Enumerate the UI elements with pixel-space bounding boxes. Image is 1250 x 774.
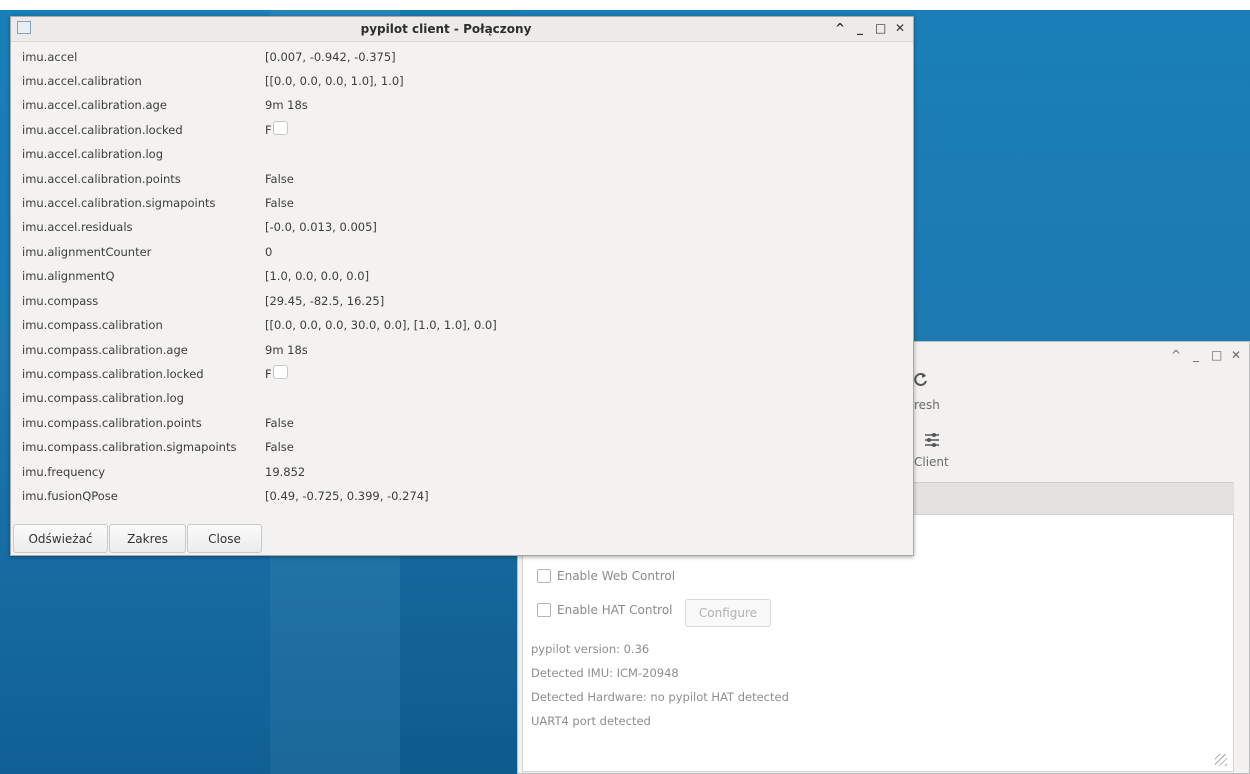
list-item: imu.accel [0.007, -0.942, -0.375] [11,45,913,69]
uart-text: UART4 port detected [531,714,651,728]
row-key: imu.alignmentQ [22,269,115,283]
row-key: imu.accel.calibration.age [22,98,167,112]
pypilot-client-window: pypilot client - Połączony ^ _ □ ✕ imu.a… [10,16,914,556]
locked-checkbox[interactable] [273,365,288,379]
row-key: imu.compass.calibration.age [22,343,188,357]
window-maximize-button[interactable]: □ [875,21,886,35]
row-key: imu.compass.calibration [22,318,163,332]
list-item: imu.frequency 19.852 [11,460,913,484]
locked-checkbox[interactable] [273,121,288,135]
row-key: imu.accel.calibration.locked [22,123,183,137]
refresh-icon [914,372,940,392]
list-item: imu.accel.calibration.locked F se [11,118,913,142]
row-value: [0.007, -0.942, -0.375] [265,50,396,64]
list-item: imu.accel.calibration.log [11,142,913,166]
window-close-button[interactable]: ✕ [1231,348,1241,362]
list-item: imu.compass.calibration.points False [11,411,913,435]
configure-button[interactable]: Configure [685,599,771,627]
row-value: [0.49, -0.725, 0.399, -0.274] [265,489,429,503]
row-key: imu.compass.calibration.points [22,416,202,430]
row-key: imu.accel.residuals [22,220,133,234]
row-value: [-0.0, 0.013, 0.005] [265,220,377,234]
web-control-checkbox[interactable]: Enable Web Control [537,569,675,583]
window-up-button[interactable]: ^ [835,21,845,35]
list-item: imu.accel.calibration.sigmapoints False [11,191,913,215]
refresh-button[interactable]: Odświeżać [13,524,108,553]
row-value: [[0.0, 0.0, 0.0, 30.0, 0.0], [1.0, 1.0],… [265,318,497,332]
hat-control-checkbox[interactable]: Enable HAT Control [537,603,673,617]
row-key: imu.compass.calibration.locked [22,367,204,381]
imu-text: Detected IMU: ICM-20948 [531,666,679,680]
list-item: imu.fusionQPose [0.49, -0.725, 0.399, -0.… [11,484,913,508]
window-close-button[interactable]: ✕ [895,21,905,35]
row-key: imu.compass [22,294,99,308]
row-key: imu.accel.calibration.log [22,147,164,161]
row-key: imu.accel.calibration.sigmapoints [22,196,216,210]
row-value: 9m 18s [265,343,308,357]
row-value: [1.0, 0.0, 0.0, 0.0] [265,269,370,283]
row-key: imu.alignmentCounter [22,245,152,259]
row-key: imu.fusionQPose [22,489,118,503]
version-text: pypilot version: 0.36 [531,642,650,656]
window-controls: ^ _ □ ✕ [835,21,905,35]
window-maximize-button[interactable]: □ [1211,348,1222,362]
list-item: imu.compass.calibration.age 9m 18s [11,338,913,362]
row-value: False [265,440,294,454]
hat-control-checkbox-box[interactable] [537,603,551,617]
button-bar: Odświeżać Zakres Close [11,523,913,555]
row-value: 0 [265,245,273,259]
hardware-text: Detected Hardware: no pypilot HAT detect… [531,690,789,704]
list-item: imu.compass [29.45, -82.5, 16.25] [11,289,913,313]
web-control-label: Enable Web Control [557,569,676,583]
locked-checkbox-field[interactable]: F se [265,121,288,137]
row-value: 19.852 [265,465,306,479]
row-value: [[0.0, 0.0, 0.0, 1.0], 1.0] [265,74,404,88]
web-control-checkbox-box[interactable] [537,569,551,583]
row-value: False [265,416,294,430]
list-item: imu.alignmentQ [1.0, 0.0, 0.0, 0.0] [11,264,913,288]
row-key: imu.compass.calibration.log [22,391,184,405]
list-item: imu.accel.calibration.age 9m 18s [11,93,913,117]
sliders-icon [914,432,949,451]
values-list[interactable]: imu.accel [0.007, -0.942, -0.375] imu.acc… [11,41,913,531]
row-value: False [265,172,294,186]
row-key: imu.accel.calibration [22,74,142,88]
list-item: imu.compass.calibration [[0.0, 0.0, 0.0, … [11,313,913,337]
list-item: imu.alignmentCounter 0 [11,240,913,264]
range-button[interactable]: Zakres [109,524,186,553]
list-item: imu.compass.calibration.sigmapoints False [11,435,913,459]
row-value: [29.45, -82.5, 16.25] [265,294,385,308]
refresh-tool-label: resh [914,398,940,412]
client-tool[interactable]: Client [914,432,949,469]
window-title: pypilot client - Połączony [360,22,532,36]
list-item: imu.compass.calibration.locked F se [11,362,913,386]
list-item: imu.accel.calibration [[0.0, 0.0, 0.0, 1.… [11,69,913,93]
resize-grip[interactable] [1215,754,1227,766]
row-key: imu.accel.calibration.points [22,172,181,186]
close-button[interactable]: Close [187,524,262,553]
list-item: imu.compass.calibration.log [11,386,913,410]
window-controls: ^ _ □ ✕ [1171,348,1241,362]
row-value: 9m 18s [265,98,308,112]
window-up-button[interactable]: ^ [1171,348,1181,362]
list-item: imu.accel.calibration.points False [11,167,913,191]
locked-checkbox-field[interactable]: F se [265,365,288,381]
client-tool-label: Client [914,455,949,469]
refresh-tool[interactable]: resh [914,372,940,412]
hat-control-label: Enable HAT Control [557,603,673,617]
row-key: imu.frequency [22,465,106,479]
row-key: imu.compass.calibration.sigmapoints [22,440,237,454]
title-bar[interactable]: pypilot client - Połączony ^ _ □ ✕ [11,17,913,42]
row-value: False [265,196,294,210]
window-minimize-button[interactable]: _ [855,21,865,35]
row-key: imu.accel [22,50,78,64]
top-strip [0,0,1250,10]
window-minimize-button[interactable]: _ [1191,348,1201,362]
list-item: imu.accel.residuals [-0.0, 0.013, 0.005] [11,215,913,239]
